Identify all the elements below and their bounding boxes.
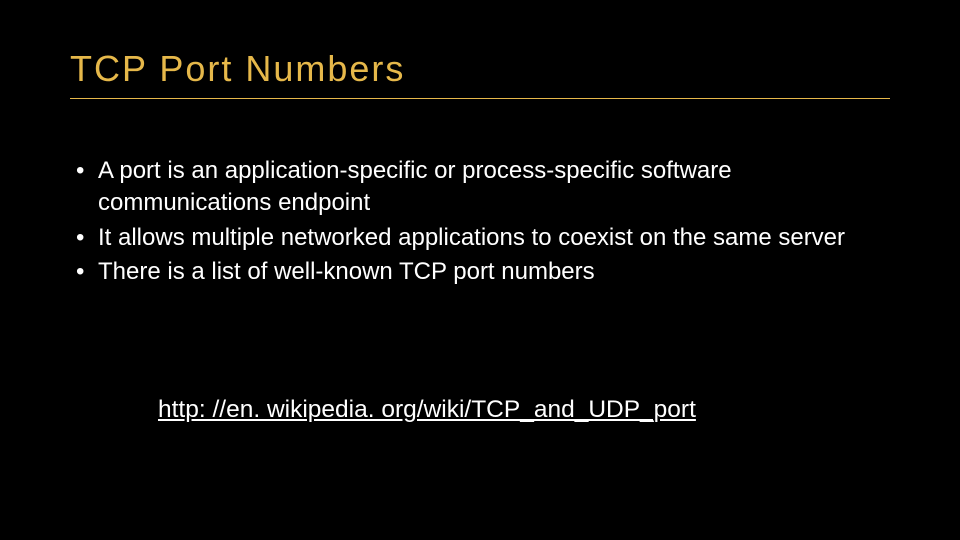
list-item: There is a list of well-known TCP port n… xyxy=(70,256,890,288)
slide: TCP Port Numbers A port is an applicatio… xyxy=(0,0,960,540)
list-item: It allows multiple networked application… xyxy=(70,222,890,254)
bullet-list: A port is an application-specific or pro… xyxy=(70,155,890,289)
hyperlink[interactable]: http: //en. wikipedia. org/wiki/TCP_and_… xyxy=(158,396,696,423)
link-container: http: //en. wikipedia. org/wiki/TCP_and_… xyxy=(158,396,696,424)
slide-title: TCP Port Numbers xyxy=(70,48,890,99)
list-item: A port is an application-specific or pro… xyxy=(70,155,890,220)
